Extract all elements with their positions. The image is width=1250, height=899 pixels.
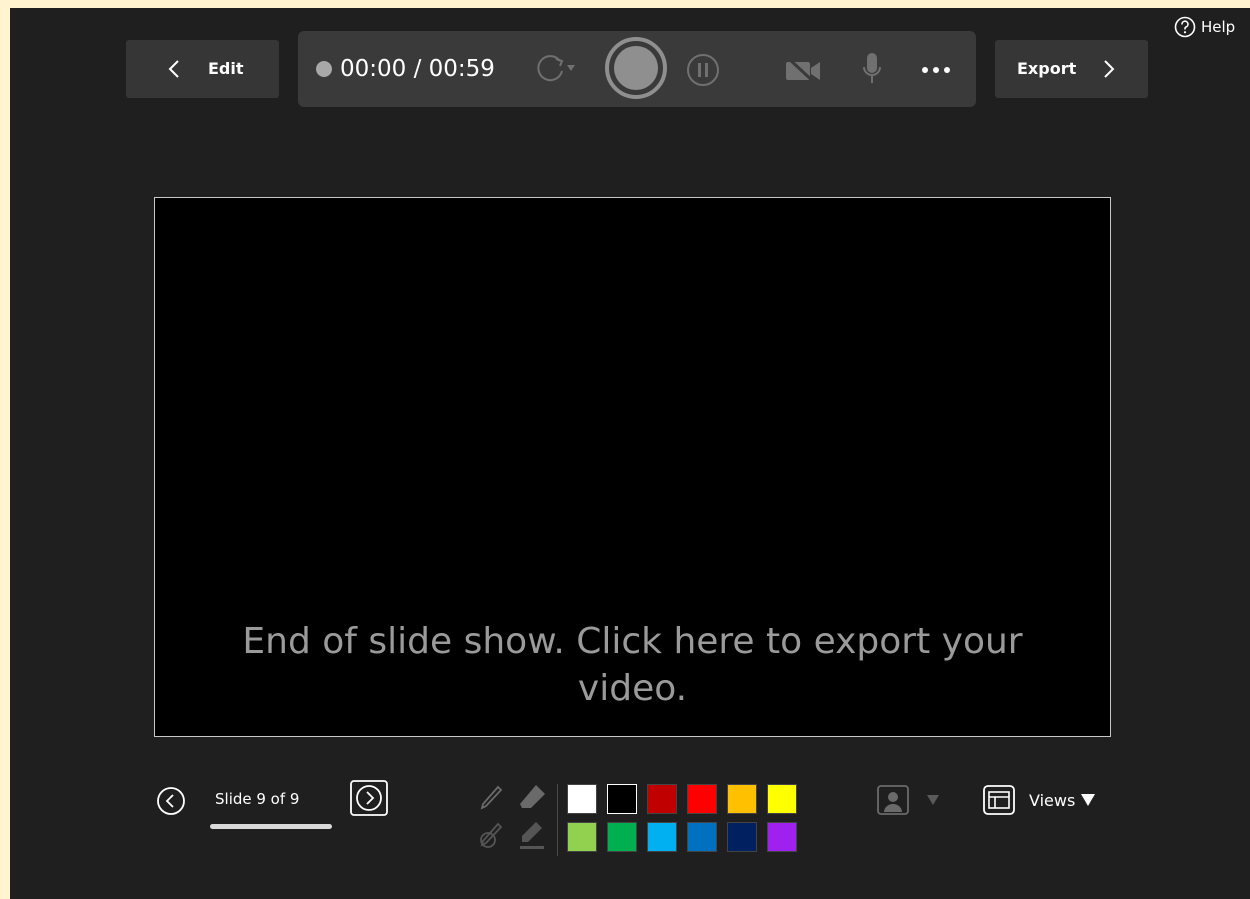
export-button[interactable]: Export <box>995 40 1148 98</box>
record-indicator-icon <box>316 61 332 77</box>
slide-counter: Slide 9 of 9 <box>215 790 300 808</box>
ink-color-swatch[interactable] <box>567 784 597 814</box>
previous-slide-button[interactable] <box>156 786 186 816</box>
ink-color-swatch[interactable] <box>687 822 717 852</box>
presenter-camera-icon <box>877 785 909 815</box>
clear-ink-icon[interactable] <box>478 820 506 850</box>
slide-progress-bar <box>210 824 332 829</box>
layout-icon <box>983 785 1015 815</box>
next-slide-button[interactable] <box>350 780 388 816</box>
ink-color-swatch[interactable] <box>607 784 637 814</box>
chevron-down-icon <box>1081 794 1096 806</box>
ink-color-swatch[interactable] <box>607 822 637 852</box>
ink-color-swatch[interactable] <box>687 784 717 814</box>
ink-color-swatch[interactable] <box>567 822 597 852</box>
ink-color-swatch[interactable] <box>647 784 677 814</box>
help-label: Help <box>1201 18 1236 36</box>
ink-color-swatch[interactable] <box>647 822 677 852</box>
retake-icon[interactable] <box>534 53 576 85</box>
edit-button[interactable]: Edit <box>126 40 279 98</box>
ink-color-swatch[interactable] <box>767 822 797 852</box>
slide-canvas[interactable]: End of slide show. Click here to export … <box>154 197 1111 737</box>
help-button[interactable]: Help <box>1174 16 1235 38</box>
pen-icon[interactable] <box>478 784 504 812</box>
presenter-camera-button[interactable] <box>877 785 939 815</box>
edit-label: Edit <box>208 59 244 78</box>
eraser-icon[interactable] <box>518 782 548 812</box>
ink-color-swatch[interactable] <box>727 822 757 852</box>
question-circle-icon <box>1174 16 1196 38</box>
ink-color-swatch[interactable] <box>727 784 757 814</box>
record-button[interactable] <box>604 36 668 100</box>
recording-studio: Edit 00:00 / 00:59 Export Help End of sl… <box>10 8 1250 899</box>
views-label: Views <box>1029 790 1076 810</box>
ink-tools-divider <box>557 784 558 856</box>
chevron-left-icon <box>168 59 180 79</box>
chevron-down-icon <box>927 795 939 805</box>
microphone-icon[interactable] <box>860 51 884 87</box>
camera-off-icon[interactable] <box>784 56 822 86</box>
export-label: Export <box>1017 59 1077 78</box>
chevron-right-icon <box>1103 59 1115 79</box>
end-of-show-message[interactable]: End of slide show. Click here to export … <box>155 618 1110 712</box>
recording-time: 00:00 / 00:59 <box>340 56 495 82</box>
highlighter-icon[interactable] <box>516 818 548 852</box>
views-button[interactable]: Views <box>983 785 1096 815</box>
recording-toolbar: 00:00 / 00:59 <box>298 31 976 107</box>
ink-color-swatch[interactable] <box>767 784 797 814</box>
pause-icon[interactable] <box>686 53 720 87</box>
more-icon[interactable] <box>921 66 951 74</box>
